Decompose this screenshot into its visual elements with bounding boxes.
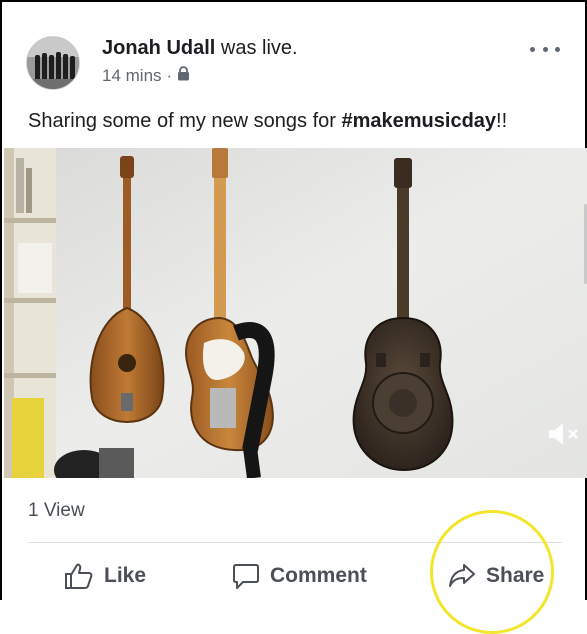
like-button[interactable]: Like [64, 558, 146, 594]
post-caption: Sharing some of my new songs for #makemu… [28, 108, 507, 134]
comment-button[interactable]: Comment [232, 558, 367, 594]
post-card: Jonah Udall was live. 14 mins · Sharing … [0, 0, 587, 600]
live-status-text: was live. [215, 37, 298, 59]
post-header: Jonah Udall was live. 14 mins · [26, 30, 566, 90]
share-label: Share [486, 564, 545, 587]
avatar[interactable] [26, 36, 80, 90]
meta-separator: · [166, 66, 173, 85]
speaker-muted-icon[interactable] [547, 421, 581, 452]
action-bar: Like Comment Share [4, 550, 587, 600]
post-meta: 14 mins · [102, 66, 190, 86]
like-label: Like [104, 564, 147, 587]
view-count[interactable]: 1 View [28, 500, 85, 522]
comment-bubble-icon [232, 562, 260, 590]
comment-label: Comment [270, 564, 367, 587]
video-player[interactable] [4, 148, 587, 478]
post-time[interactable]: 14 mins [102, 66, 162, 86]
lock-icon [177, 66, 190, 86]
share-arrow-icon [448, 563, 476, 589]
hashtag-link[interactable]: #makemusicday [341, 110, 496, 132]
caption-text: Sharing some of my new songs for [28, 110, 342, 132]
divider [28, 542, 562, 543]
thumbs-up-icon [64, 562, 94, 590]
caption-suffix: !! [496, 110, 508, 132]
author-line: Jonah Udall was live. [102, 36, 298, 60]
more-dots-icon[interactable] [530, 42, 560, 56]
author-name[interactable]: Jonah Udall [102, 37, 215, 59]
share-button[interactable]: Share [448, 558, 544, 594]
